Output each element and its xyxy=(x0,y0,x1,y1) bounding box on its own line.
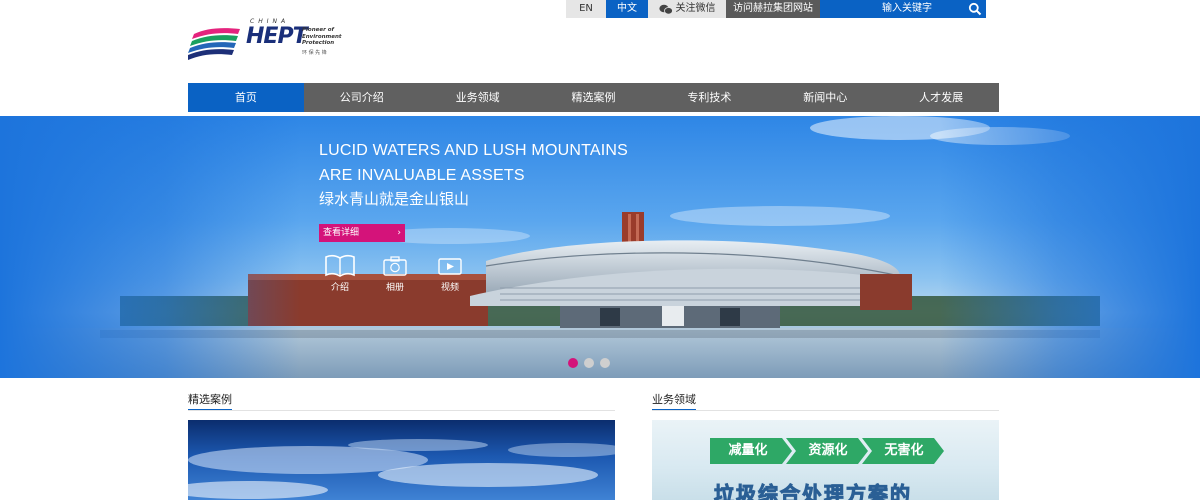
business-tag-reduce: 减量化 xyxy=(728,443,768,458)
logo-brand: HEPT xyxy=(246,24,308,49)
camera-icon xyxy=(383,256,407,276)
slide-dot-3[interactable] xyxy=(600,358,610,368)
sky-clouds-photo xyxy=(188,439,615,499)
lang-en-link[interactable]: EN xyxy=(566,0,606,18)
logo[interactable]: CHINA HEPT Pioneer of Environment Protec… xyxy=(188,18,368,62)
nav-item-business[interactable]: 业务领域 xyxy=(420,83,536,112)
cases-section-title[interactable]: 精选案例 xyxy=(188,391,232,411)
hero-banner[interactable]: LUCID WATERS AND LUSH MOUNTAINS ARE INVA… xyxy=(0,116,1200,378)
visit-group-link[interactable]: 访问赫拉集团网站 xyxy=(726,0,820,18)
nav-item-home[interactable]: 首页 xyxy=(188,83,304,112)
business-banner-title: 垃圾综合处理方案的 xyxy=(714,482,912,500)
page: EN 中文 关注微信 访问赫拉集团网站 输入关键字 CHINA HEPT Pio… xyxy=(0,0,1200,500)
logo-tagline: Pioneer of Environment Protection xyxy=(302,27,342,46)
hero-fade-left xyxy=(0,116,300,378)
business-banner-image[interactable]: 减量化 资源化 无害化 垃圾综合处理方案的 xyxy=(652,420,999,500)
business-tag-harmless: 无害化 xyxy=(884,443,924,458)
hero-link-album[interactable]: 相册 xyxy=(375,254,415,293)
featured-case-image[interactable] xyxy=(188,420,615,500)
lang-zh-link[interactable]: 中文 xyxy=(606,0,648,18)
arrow-right-icon: › xyxy=(397,228,401,238)
slide-dot-2[interactable] xyxy=(584,358,594,368)
cases-divider xyxy=(188,410,615,411)
nav-item-news[interactable]: 新闻中心 xyxy=(767,83,883,112)
slide-pagination xyxy=(568,358,610,368)
view-details-button[interactable]: 查看详细 › xyxy=(319,224,405,242)
wechat-follow-link[interactable]: 关注微信 xyxy=(648,0,726,18)
nav-item-careers[interactable]: 人才发展 xyxy=(883,83,999,112)
slide-dot-1[interactable] xyxy=(568,358,578,368)
business-section-title[interactable]: 业务领域 xyxy=(652,391,696,411)
top-utility-bar: EN 中文 关注微信 访问赫拉集团网站 输入关键字 xyxy=(566,0,986,18)
book-icon xyxy=(325,254,355,277)
search-input[interactable]: 输入关键字 xyxy=(882,3,932,14)
nav-item-cases[interactable]: 精选案例 xyxy=(536,83,652,112)
wechat-icon xyxy=(658,4,673,15)
search-icon[interactable] xyxy=(968,2,982,16)
video-icon xyxy=(438,258,462,275)
hero-headline-cn: 绿水青山就是金山银山 xyxy=(319,190,470,208)
logo-stripes xyxy=(188,28,240,60)
wechat-label: 关注微信 xyxy=(675,3,716,14)
search-box[interactable]: 输入关键字 xyxy=(820,0,986,18)
nav-item-company[interactable]: 公司介绍 xyxy=(304,83,420,112)
hero-link-video[interactable]: 视频 xyxy=(430,254,470,293)
main-nav: 首页 公司介绍 业务领域 精选案例 专利技术 新闻中心 人才发展 xyxy=(188,83,999,112)
business-divider xyxy=(652,410,999,411)
logo-cn-name: 环 保 先 锋 xyxy=(302,50,327,56)
business-tag-resource: 资源化 xyxy=(808,443,848,458)
hero-fade-right xyxy=(940,116,1200,378)
hero-link-intro[interactable]: 介绍 xyxy=(320,254,360,293)
nav-item-patents[interactable]: 专利技术 xyxy=(651,83,767,112)
hero-headline-en: LUCID WATERS AND LUSH MOUNTAINS ARE INVA… xyxy=(319,142,629,184)
